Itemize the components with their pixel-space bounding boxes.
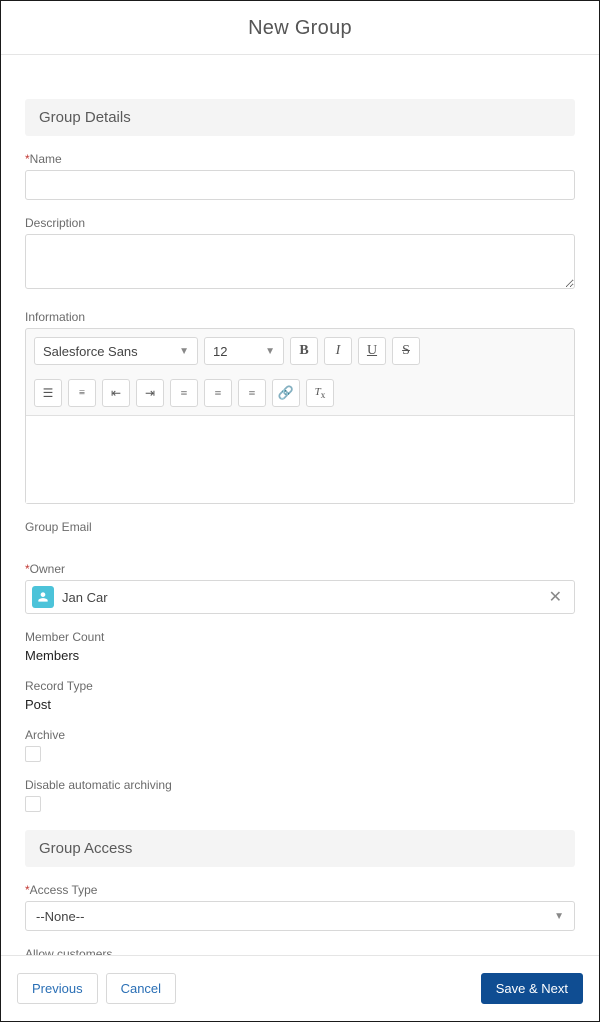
bullet-list-icon: ☰ xyxy=(43,386,54,401)
form-scroll-area[interactable]: Group Details *Name Description Informat… xyxy=(1,71,599,955)
align-center-button[interactable]: ≡ xyxy=(204,379,232,407)
bold-icon: B xyxy=(299,343,308,359)
link-button[interactable]: 🔗 xyxy=(272,379,300,407)
strikethrough-icon: S xyxy=(402,343,410,359)
section-group-access: Group Access xyxy=(25,830,575,867)
modal-footer: Previous Cancel Save & Next xyxy=(1,955,599,1021)
rte-container: Salesforce Sans ▼ 12 ▼ B I U S ☰ ≡ ⇤ xyxy=(25,328,575,504)
access-type-label-text: Access Type xyxy=(30,883,98,897)
font-select[interactable]: Salesforce Sans ▼ xyxy=(34,337,198,365)
access-type-value: --None-- xyxy=(36,909,84,924)
owner-lookup[interactable]: Jan Car ✕ xyxy=(25,580,575,614)
clear-format-icon: Tx xyxy=(315,386,326,400)
field-archive: Archive xyxy=(25,728,575,762)
form-content: Group Details *Name Description Informat… xyxy=(1,99,599,955)
divider xyxy=(1,54,599,55)
align-center-icon: ≡ xyxy=(215,386,222,401)
italic-icon: I xyxy=(336,343,341,359)
field-member-count: Member Count Members xyxy=(25,630,575,663)
field-owner: *Owner Jan Car ✕ xyxy=(25,562,575,614)
bold-button[interactable]: B xyxy=(290,337,318,365)
access-type-label: *Access Type xyxy=(25,883,575,897)
allow-customers-label: Allow customers xyxy=(25,947,575,955)
modal-title: New Group xyxy=(1,1,599,54)
record-type-label: Record Type xyxy=(25,679,575,693)
description-textarea[interactable] xyxy=(25,234,575,289)
disable-auto-archive-label: Disable automatic archiving xyxy=(25,778,575,792)
field-name: *Name xyxy=(25,152,575,200)
rte-editor[interactable] xyxy=(26,415,574,503)
font-select-value: Salesforce Sans xyxy=(43,344,138,359)
numbered-list-button[interactable]: ≡ xyxy=(68,379,96,407)
close-icon: ✕ xyxy=(549,589,562,606)
underline-icon: U xyxy=(367,343,377,359)
member-count-value: Members xyxy=(25,648,575,663)
indent-icon: ⇥ xyxy=(145,386,155,401)
link-icon: 🔗 xyxy=(278,385,294,401)
cancel-button[interactable]: Cancel xyxy=(106,973,176,1004)
underline-button[interactable]: U xyxy=(358,337,386,365)
section-group-details: Group Details xyxy=(25,99,575,136)
previous-button[interactable]: Previous xyxy=(17,973,98,1004)
align-left-icon: ≡ xyxy=(181,386,188,401)
group-email-label: Group Email xyxy=(25,520,575,534)
field-information: Information Salesforce Sans ▼ 12 ▼ B I U… xyxy=(25,310,575,504)
chevron-down-icon: ▼ xyxy=(179,346,189,357)
numbered-list-icon: ≡ xyxy=(79,387,85,399)
information-label: Information xyxy=(25,310,575,324)
bullet-list-button[interactable]: ☰ xyxy=(34,379,62,407)
outdent-icon: ⇤ xyxy=(111,386,121,401)
field-group-email: Group Email xyxy=(25,520,575,534)
owner-value: Jan Car xyxy=(62,590,535,605)
archive-checkbox[interactable] xyxy=(25,746,41,762)
name-label: *Name xyxy=(25,152,575,166)
clear-format-button[interactable]: Tx xyxy=(306,379,334,407)
field-access-type: *Access Type --None-- ▼ xyxy=(25,883,575,931)
disable-auto-archive-checkbox[interactable] xyxy=(25,796,41,812)
member-count-label: Member Count xyxy=(25,630,575,644)
chevron-down-icon: ▼ xyxy=(554,911,564,922)
record-type-value: Post xyxy=(25,697,575,712)
align-left-button[interactable]: ≡ xyxy=(170,379,198,407)
strikethrough-button[interactable]: S xyxy=(392,337,420,365)
archive-label: Archive xyxy=(25,728,575,742)
field-record-type: Record Type Post xyxy=(25,679,575,712)
access-type-select[interactable]: --None-- ▼ xyxy=(25,901,575,931)
field-allow-customers: Allow customers xyxy=(25,947,575,955)
name-label-text: Name xyxy=(30,152,62,166)
align-right-button[interactable]: ≡ xyxy=(238,379,266,407)
clear-owner-button[interactable]: ✕ xyxy=(543,587,568,607)
description-label: Description xyxy=(25,216,575,230)
owner-label: *Owner xyxy=(25,562,575,576)
owner-label-text: Owner xyxy=(30,562,65,576)
italic-button[interactable]: I xyxy=(324,337,352,365)
rte-toolbar: Salesforce Sans ▼ 12 ▼ B I U S xyxy=(26,329,574,373)
align-right-icon: ≡ xyxy=(249,386,256,401)
save-next-button[interactable]: Save & Next xyxy=(481,973,583,1004)
user-avatar-icon xyxy=(32,586,54,608)
indent-button[interactable]: ⇥ xyxy=(136,379,164,407)
chevron-down-icon: ▼ xyxy=(265,346,275,357)
outdent-button[interactable]: ⇤ xyxy=(102,379,130,407)
font-size-value: 12 xyxy=(213,344,227,359)
footer-left: Previous Cancel xyxy=(17,973,176,1004)
font-size-select[interactable]: 12 ▼ xyxy=(204,337,284,365)
rte-toolbar-row2: ☰ ≡ ⇤ ⇥ ≡ ≡ ≡ 🔗 Tx xyxy=(26,379,574,415)
name-input[interactable] xyxy=(25,170,575,200)
field-description: Description xyxy=(25,216,575,294)
field-disable-auto-archive: Disable automatic archiving xyxy=(25,778,575,812)
person-icon xyxy=(36,590,50,604)
